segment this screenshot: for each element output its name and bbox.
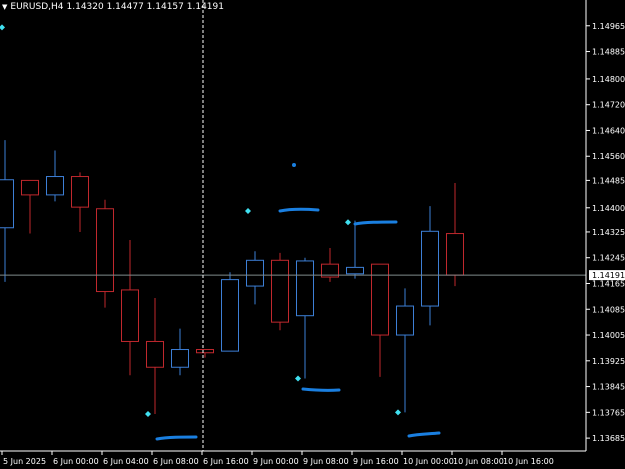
- drawing-stroke[interactable]: [278, 207, 320, 213]
- candle-body: [396, 305, 414, 336]
- price-tick-label: 1.13845: [592, 383, 625, 392]
- candle[interactable]: [446, 182, 464, 287]
- candle[interactable]: [171, 328, 189, 376]
- price-tick-label: 1.14400: [592, 204, 625, 213]
- price-tick-label: 1.14325: [592, 228, 625, 237]
- chart-window[interactable]: 1.14965 1.14885 1.14800 1.14720 1.14640 1.145…: [0, 0, 625, 469]
- time-tick-label: 5 Jun 2025: [3, 457, 46, 466]
- triangle-down-icon[interactable]: ▼: [2, 3, 7, 12]
- candle-body: [346, 266, 364, 275]
- ohlc-values: 1.14320 1.14477 1.14157 1.14191: [66, 2, 224, 12]
- time-tick-label: 6 Jun 16:00: [203, 457, 249, 466]
- candle[interactable]: [21, 179, 39, 234]
- candle[interactable]: [296, 257, 314, 379]
- fractal-marker: [345, 219, 351, 226]
- candle-body: [121, 289, 139, 342]
- fractal-marker: [295, 375, 301, 382]
- candle-body: [21, 179, 39, 196]
- candle[interactable]: [71, 172, 89, 232]
- price-tick-label: 1.14485: [592, 176, 625, 185]
- drawing-stroke[interactable]: [353, 220, 398, 226]
- time-tick-label: 6 Jun 04:00: [103, 457, 149, 466]
- price-tick-label: 1.14965: [592, 22, 625, 31]
- time-tick-label: 10 Jun 08:00: [453, 457, 504, 466]
- symbol-timeframe: EURUSD,H4: [10, 2, 64, 12]
- current-price-tag: 1.14191: [589, 270, 625, 281]
- candle[interactable]: [246, 251, 264, 305]
- price-axis[interactable]: 1.14965 1.14885 1.14800 1.14720 1.14640 1.145…: [585, 0, 625, 451]
- time-tick-label: 9 Jun 16:00: [353, 457, 399, 466]
- price-tick-label: 1.13765: [592, 408, 625, 417]
- candle-body: [271, 259, 289, 323]
- price-tick-label: 1.13925: [592, 357, 625, 366]
- candle-body: [196, 349, 214, 354]
- time-axis[interactable]: 5 Jun 2025 6 Jun 00:00 6 Jun 04:00 6 Jun 08…: [0, 450, 586, 466]
- candle[interactable]: [346, 220, 364, 279]
- candle-body: [171, 349, 189, 368]
- price-tick-label: 1.14885: [592, 48, 625, 57]
- candle-body: [0, 179, 14, 229]
- price-tick-label: 1.14560: [592, 152, 625, 161]
- candle-body: [71, 176, 89, 208]
- candle-body: [246, 259, 264, 287]
- price-tick-label: 1.14085: [592, 305, 625, 314]
- price-tick-label: 1.14800: [592, 75, 625, 84]
- candle-body: [446, 233, 464, 276]
- candle[interactable]: [221, 272, 239, 352]
- candle-body: [421, 230, 439, 307]
- candle[interactable]: [121, 239, 139, 376]
- time-tick-label: 9 Jun 08:00: [303, 457, 349, 466]
- current-price-label: 1.14191: [592, 271, 625, 280]
- candle[interactable]: [196, 349, 214, 358]
- candle[interactable]: [0, 140, 14, 282]
- candle-body: [146, 340, 164, 368]
- candle-body: [96, 208, 114, 293]
- price-tick-label: 1.14640: [592, 126, 625, 135]
- price-tick-label: 1.14720: [592, 101, 625, 110]
- price-chart[interactable]: 1.14965 1.14885 1.14800 1.14720 1.14640 1.145…: [0, 0, 625, 469]
- fractal-marker: [245, 208, 251, 215]
- candle[interactable]: [396, 288, 414, 413]
- price-tick-label: 1.14165: [592, 279, 625, 288]
- price-tick-label: 1.13685: [592, 434, 625, 443]
- fractal-marker: [395, 409, 401, 416]
- drawing-stroke[interactable]: [155, 435, 198, 441]
- candle[interactable]: [96, 199, 114, 308]
- time-tick-label: 9 Jun 00:00: [253, 457, 299, 466]
- candle[interactable]: [46, 150, 64, 202]
- fractal-marker: [0, 24, 5, 31]
- time-tick-label: 10 Jun 00:00: [403, 457, 454, 466]
- candle[interactable]: [321, 248, 339, 282]
- drawing-stroke[interactable]: [407, 431, 441, 438]
- candle-body: [221, 279, 239, 352]
- drawing-stroke[interactable]: [301, 387, 341, 392]
- price-tick-label: 1.14005: [592, 331, 625, 340]
- candle[interactable]: [271, 252, 289, 331]
- candle[interactable]: [146, 297, 164, 414]
- time-tick-label: 10 Jun 16:00: [503, 457, 554, 466]
- drawing-dot[interactable]: [292, 163, 296, 167]
- candle[interactable]: [371, 263, 389, 377]
- price-tick-label: 1.14245: [592, 254, 625, 263]
- candle-body: [46, 176, 64, 196]
- time-tick-label: 6 Jun 08:00: [153, 457, 199, 466]
- candle-body: [296, 260, 314, 317]
- time-tick-label: 6 Jun 00:00: [53, 457, 99, 466]
- fractal-marker: [145, 410, 151, 417]
- chart-header: ▼ EURUSD,H4 1.14320 1.14477 1.14157 1.14…: [2, 2, 224, 12]
- candle[interactable]: [421, 206, 439, 326]
